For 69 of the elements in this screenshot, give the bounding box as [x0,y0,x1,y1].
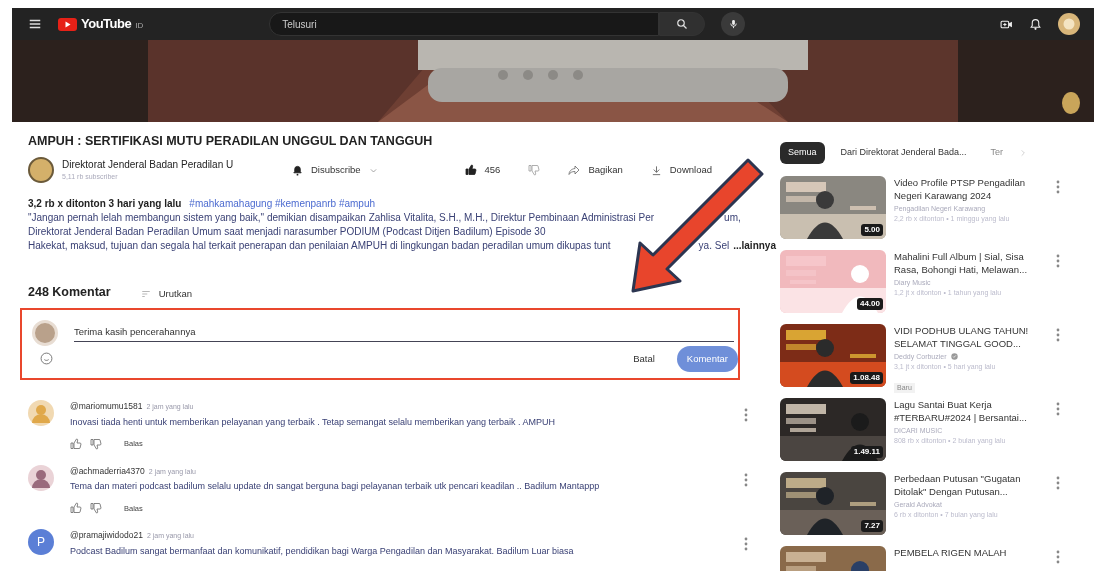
bell-icon[interactable] [1029,17,1042,31]
view-stats: 3,2 rb x ditonton 3 hari yang lalu [28,198,182,209]
user-avatar[interactable] [28,464,54,491]
play-icon [58,17,77,31]
search-field[interactable]: Telusuri [269,12,660,36]
search-button[interactable] [659,12,706,36]
download-icon [650,164,662,176]
comment-author[interactable]: @mariomumu1581 [70,400,143,413]
filter-chip[interactable]: Semua [780,142,825,164]
description-text: Hakekat, maksud, tujuan dan segala hal terkait penerapan dan penilaian AMPUH di lingkungan badan peradilan umum dikupas tunt [28,239,611,253]
download-button[interactable]: Download [644,160,718,180]
more-options-icon[interactable] [1056,327,1060,342]
more-options-icon[interactable] [1056,475,1060,490]
video-title[interactable]: VIDI PODHUB ULANG TAHUN! SELAMAT TINGGAL GOOD... [894,323,1040,350]
user-avatar[interactable]: P [28,529,54,555]
thumbs-down-icon[interactable] [90,437,102,450]
video-title[interactable]: Video Profile PTSP Pengadilan Negeri Karawang 2024 [894,175,1040,202]
comment-input[interactable]: Terima kasih pencerahannya [74,323,734,343]
comment-count: 248 Komentar [28,284,111,301]
bell-icon [292,164,303,176]
thumbs-up-icon[interactable] [70,437,82,450]
thumbs-up-icon[interactable] [70,502,82,515]
description-text: ya. Sel [698,239,730,253]
filter-chip[interactable]: Ter [982,142,1012,164]
subscribe-button[interactable]: Disubscribe [286,160,384,180]
user-avatar [32,319,58,346]
share-button[interactable]: Bagikan [562,160,629,180]
more-options-icon[interactable] [744,472,748,487]
sort-button[interactable]: Urutkan [134,285,198,302]
more-options-icon[interactable] [1056,549,1060,564]
comment-text: Podcast Badilum sangat bermanfaat dan komunikatif, pendidikan bagi Warga Pengadilan dan Masyarakat. Badilum Luar biasa [70,544,575,558]
thumbs-down-icon [528,164,541,177]
user-avatar[interactable] [28,400,54,426]
microphone-button[interactable] [721,12,746,36]
comment-author[interactable]: @achmaderria4370 [70,464,145,478]
video-title[interactable]: Perbedaan Putusan "Gugatan Ditolak" Dengan Putusan... [894,471,1040,498]
thumbs-down-icon[interactable] [90,502,102,515]
hashtag-links[interactable]: #mahkamahagung #kemenpanrb #ampuh [189,198,376,209]
more-options-icon[interactable] [1056,401,1060,416]
like-button[interactable]: 456 [458,160,507,180]
filter-chip[interactable]: Dari Direktorat Jenderal Bada... [832,142,975,164]
more-options-icon[interactable] [1056,253,1060,268]
thumbs-up-icon [464,164,477,176]
comment-text: Tema dan materi podcast badilum selalu update dn sangat berguna bagi pelayanan terbaik utk pencari keadilan .. Badilum Mantappp [70,480,601,494]
more-options-icon[interactable] [744,408,748,422]
more-options-icon[interactable] [1056,179,1060,194]
video-title[interactable]: Mahalini Full Album | Sial, Sisa Rasa, Bohongi Hati, Melawan... [894,249,1040,276]
more-options-icon[interactable] [744,537,748,551]
comment-author[interactable]: @pramajiwidodo21 [70,529,143,542]
avatar-icon[interactable] [1062,92,1080,114]
video-title[interactable]: PEMBELA RIGEN MALAH [894,545,1040,559]
microphone-icon [727,18,739,30]
video-title[interactable]: Lagu Santai Buat Kerja #TERBARU#2024 | Bersantai... [894,397,1040,424]
avatar-icon[interactable] [1058,13,1080,35]
description-text: "Jangan pernah lelah membangun sistem yang baik," demikian disampaikan Zahlisa Vitalita, S.H., M.H., Direktur Pembinaan Administrasi Per [28,211,655,225]
video-title: AMPUH : SERTIFIKASI MUTU PERADILAN UNGGUL DAN TANGGUH [28,134,434,149]
emoji-icon[interactable] [40,352,53,366]
description-text: um, [724,211,741,225]
menu-icon[interactable] [28,17,42,31]
search-icon [676,18,689,30]
more-link[interactable]: ...lainnya [733,239,776,253]
sort-icon [140,288,151,299]
comment-text: Inovasi tiada henti untuk memberikan pelayanan yang terbaik . Tetap semangat selalu memberikan yang terbaik . AMPUH [70,415,557,429]
channel-name[interactable]: Direktorat Jenderal Badan Peradilan U [62,157,262,173]
share-icon [568,164,581,176]
channel-avatar[interactable] [28,157,54,183]
cancel-button[interactable]: Batal [627,350,661,367]
description-text: Direktorat Jenderal Badan Peradilan Umum saat menjadi narasumber PODIUM (Podcast Ditjen Badilum) Episode 30 [28,225,546,239]
youtube-logo[interactable]: YouTube ID [58,14,144,34]
